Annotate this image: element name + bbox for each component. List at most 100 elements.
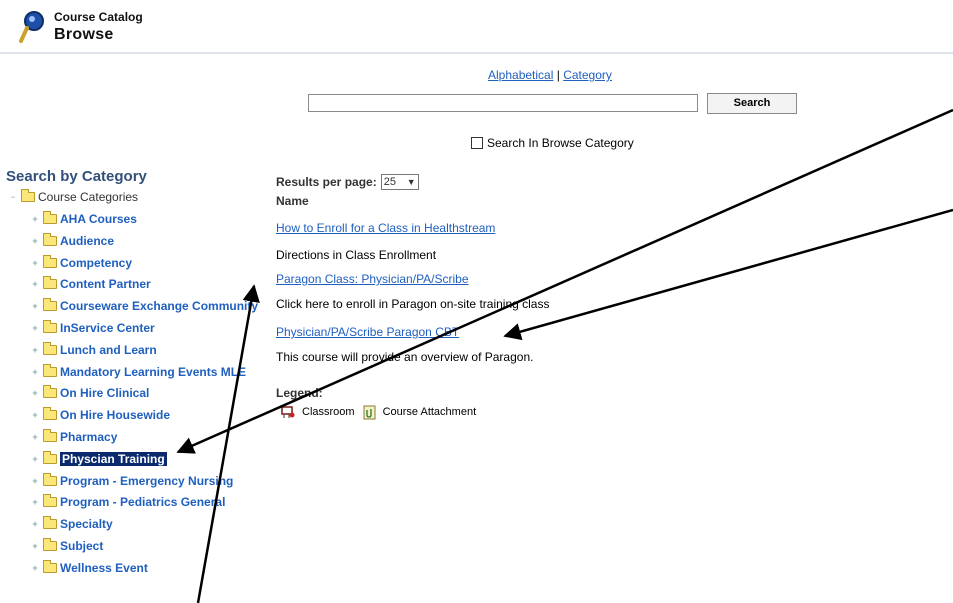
category-item-label: Subject bbox=[60, 539, 104, 553]
folder-icon bbox=[43, 429, 57, 442]
category-item[interactable]: + Competency bbox=[30, 254, 132, 272]
category-item-label: Wellness Event bbox=[60, 560, 148, 575]
expand-icon[interactable]: + bbox=[30, 367, 40, 377]
category-item-label: Program - Pediatrics General bbox=[60, 495, 226, 510]
folder-icon bbox=[43, 254, 57, 268]
category-item[interactable]: + Physcian Training bbox=[30, 450, 167, 468]
category-item[interactable]: + Specialty bbox=[30, 515, 113, 533]
chevron-down-icon: ▼ bbox=[406, 177, 416, 187]
category-item[interactable]: + On Hire Housewide bbox=[30, 406, 170, 424]
category-item[interactable]: + Wellness Event bbox=[30, 559, 148, 577]
expand-icon[interactable]: + bbox=[30, 214, 40, 224]
folder-icon bbox=[43, 450, 57, 464]
magnifier-icon bbox=[19, 11, 44, 43]
expand-icon[interactable]: + bbox=[30, 497, 40, 507]
category-item-label: Mandatory Learning Events MLE bbox=[60, 364, 247, 379]
results-per-page-select[interactable]: 25 ▼ bbox=[380, 174, 419, 190]
category-item-label: Pharmacy bbox=[60, 430, 118, 444]
page-title: Browse bbox=[54, 26, 114, 43]
expand-icon[interactable]: + bbox=[30, 345, 40, 355]
attachment-icon bbox=[363, 405, 376, 420]
results-per-page-value: 25 bbox=[383, 176, 396, 188]
search-in-category-option: Search In Browse Category bbox=[471, 136, 634, 150]
folder-icon bbox=[43, 211, 57, 224]
category-item[interactable]: + Lunch and Learn bbox=[30, 341, 157, 359]
classroom-icon bbox=[281, 406, 295, 418]
collapse-icon[interactable]: − bbox=[8, 192, 18, 202]
folder-icon bbox=[43, 363, 57, 377]
expand-icon[interactable]: + bbox=[30, 410, 40, 420]
search-input[interactable] bbox=[308, 94, 698, 112]
category-item[interactable]: + Content Partner bbox=[30, 275, 151, 293]
legend-attachment-label: Course Attachment bbox=[382, 406, 477, 418]
search-in-category-checkbox[interactable] bbox=[471, 137, 483, 149]
expand-icon[interactable]: + bbox=[30, 236, 40, 246]
annotation-arrow bbox=[196, 284, 260, 603]
header-divider bbox=[0, 52, 953, 54]
folder-icon bbox=[43, 320, 57, 333]
expand-icon[interactable]: + bbox=[30, 432, 40, 442]
category-item-label: On Hire Housewide bbox=[60, 408, 171, 423]
category-item-label: Lunch and Learn bbox=[60, 342, 157, 357]
category-item-label: Courseware Exchange Community bbox=[60, 299, 259, 314]
folder-icon bbox=[43, 407, 57, 421]
folder-icon bbox=[43, 232, 57, 246]
category-item[interactable]: + Courseware Exchange Community bbox=[30, 297, 258, 315]
category-item[interactable]: + Audience bbox=[30, 232, 114, 250]
result-description: Directions in Class Enrollment bbox=[276, 248, 437, 262]
expand-icon[interactable]: + bbox=[30, 323, 40, 333]
annotation-arrow bbox=[503, 208, 953, 341]
alphabetical-link[interactable]: Alphabetical bbox=[488, 68, 553, 82]
expand-icon[interactable]: + bbox=[30, 454, 40, 464]
category-item[interactable]: + Pharmacy bbox=[30, 428, 117, 446]
folder-icon bbox=[43, 516, 57, 530]
category-item[interactable]: + Program - Emergency Nursing bbox=[30, 472, 233, 490]
category-item-label: Specialty bbox=[60, 517, 113, 532]
folder-icon bbox=[43, 341, 57, 355]
results-per-page: Results per page: 25 ▼ bbox=[276, 174, 419, 190]
category-item-label: On Hire Clinical bbox=[60, 386, 150, 401]
category-item[interactable]: + Program - Pediatrics General bbox=[30, 493, 225, 511]
expand-icon[interactable]: + bbox=[30, 258, 40, 268]
folder-icon bbox=[43, 538, 57, 551]
category-item[interactable]: + Subject bbox=[30, 537, 103, 555]
expand-icon[interactable]: + bbox=[30, 563, 40, 573]
result-link-paragon-class[interactable]: Paragon Class: Physician/PA/Scribe bbox=[276, 272, 469, 286]
folder-icon bbox=[43, 385, 57, 399]
result-description: This course will provide an overview of … bbox=[276, 350, 534, 364]
legend-title: Legend: bbox=[276, 386, 323, 400]
category-item-label: Competency bbox=[60, 255, 133, 270]
expand-icon[interactable]: + bbox=[30, 279, 40, 289]
expand-icon[interactable]: + bbox=[30, 519, 40, 529]
category-item[interactable]: + AHA Courses bbox=[30, 210, 137, 228]
category-item[interactable]: + Mandatory Learning Events MLE bbox=[30, 363, 246, 381]
results-per-page-label: Results per page: bbox=[276, 175, 377, 189]
expand-icon[interactable]: + bbox=[30, 388, 40, 398]
mode-separator: | bbox=[556, 68, 560, 82]
expand-icon[interactable]: + bbox=[30, 301, 40, 311]
result-link-enroll-healthstream[interactable]: How to Enroll for a Class in Healthstrea… bbox=[276, 221, 495, 235]
column-header-name: Name bbox=[276, 194, 309, 208]
category-item[interactable]: + InService Center bbox=[30, 319, 155, 337]
expand-icon[interactable]: + bbox=[30, 476, 40, 486]
category-item-label: InService Center bbox=[60, 321, 155, 335]
search-button[interactable]: Search bbox=[707, 93, 797, 114]
result-link-paragon-cbt[interactable]: Physician/PA/Scribe Paragon CBT bbox=[276, 325, 459, 339]
category-item-label: Audience bbox=[60, 233, 115, 248]
category-item[interactable]: + On Hire Clinical bbox=[30, 384, 149, 402]
folder-icon bbox=[21, 189, 35, 202]
folder-icon bbox=[43, 276, 57, 290]
folder-icon bbox=[43, 298, 57, 312]
category-item-label: Program - Emergency Nursing bbox=[60, 473, 234, 488]
browse-mode-links: Alphabetical | Category bbox=[488, 68, 612, 82]
category-item-label: AHA Courses bbox=[60, 212, 137, 226]
result-description: Click here to enroll in Paragon on-site … bbox=[276, 297, 550, 311]
expand-icon[interactable]: + bbox=[30, 541, 40, 551]
category-item-label: Content Partner bbox=[60, 277, 151, 292]
folder-icon bbox=[43, 559, 57, 573]
category-link[interactable]: Category bbox=[563, 68, 612, 82]
tree-root-label: Course Categories bbox=[38, 190, 139, 204]
tree-root-course-categories[interactable]: − Course Categories bbox=[8, 189, 139, 204]
search-in-category-label: Search In Browse Category bbox=[487, 136, 634, 150]
folder-icon bbox=[43, 472, 57, 486]
